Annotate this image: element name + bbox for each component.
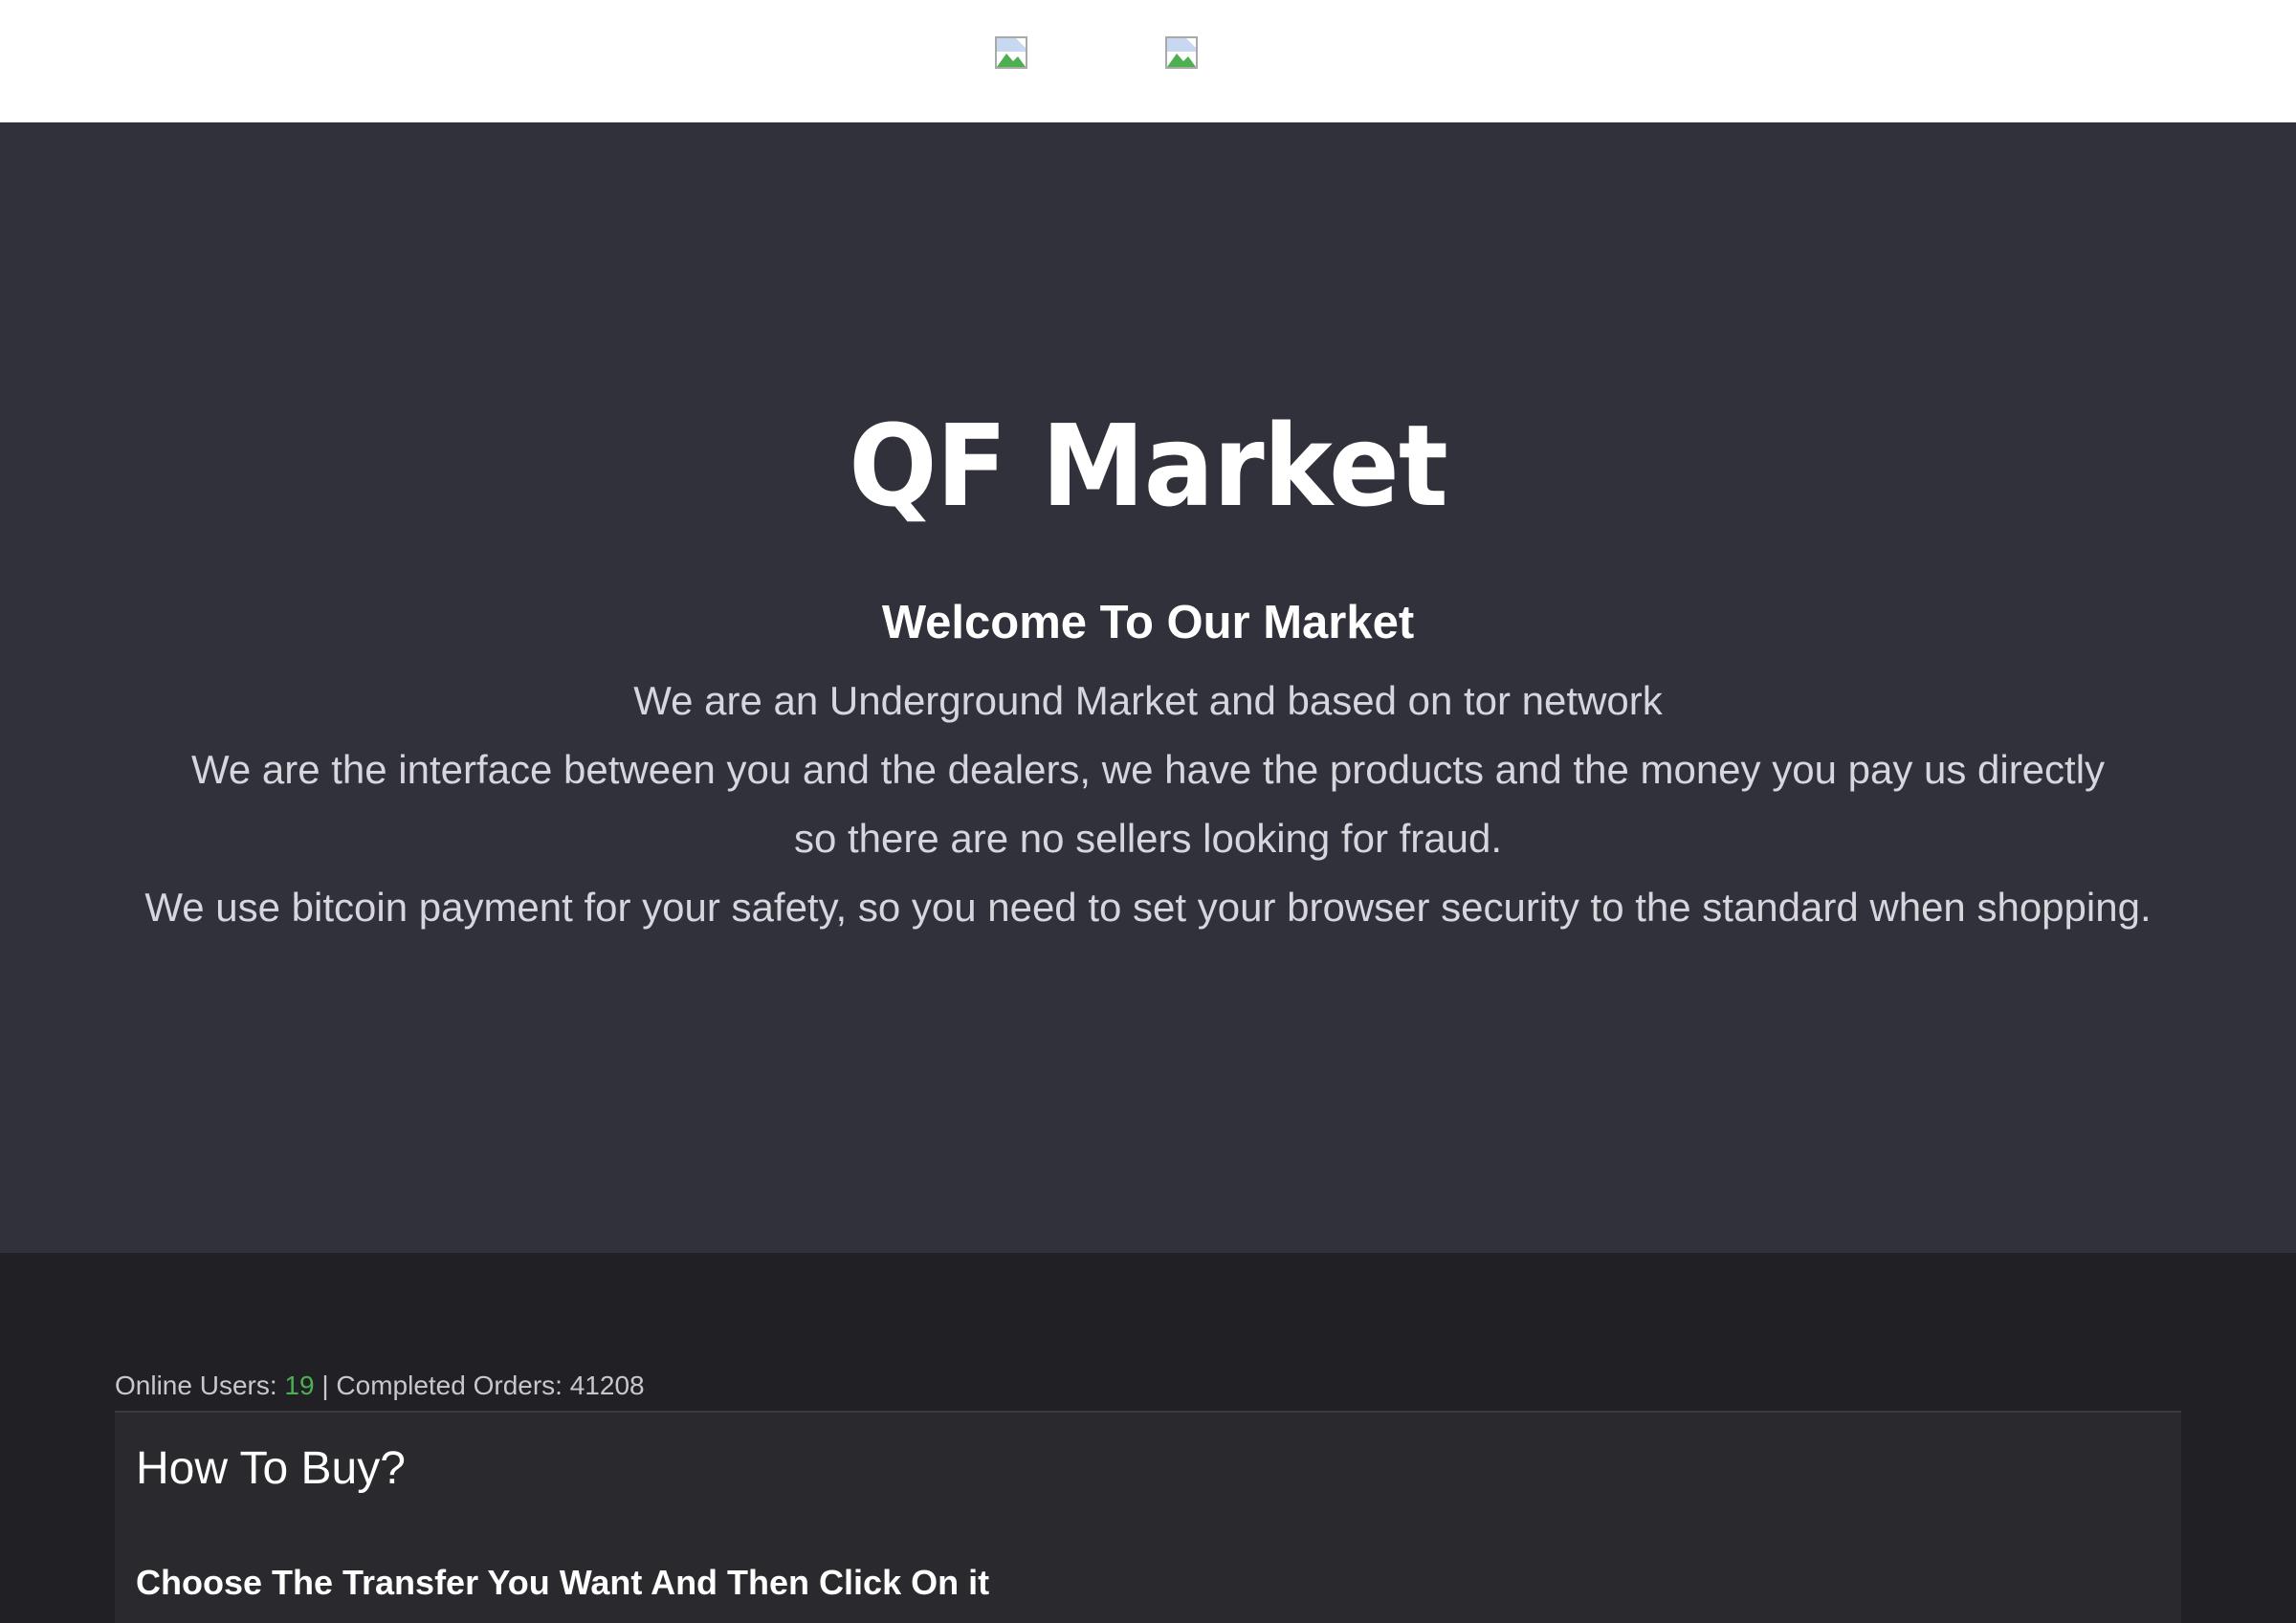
intro-line: We are the interface between you and the… xyxy=(190,747,2106,792)
how-to-buy-panel: How To Buy? Choose The Transfer You Want… xyxy=(115,1411,2181,1623)
intro-line: so there are no sellers looking for frau… xyxy=(793,816,1503,861)
completed-orders-label: Completed Orders: xyxy=(336,1371,570,1400)
welcome-heading: Welcome To Our Market xyxy=(881,597,1415,648)
online-users-label: Online Users: xyxy=(115,1371,285,1400)
completed-orders-count: 41208 xyxy=(569,1371,645,1400)
broken-image-icon[interactable] xyxy=(995,36,1027,69)
site-title: QF Market xyxy=(849,400,1448,532)
top-header xyxy=(0,0,2296,122)
online-users-count: 19 xyxy=(284,1371,315,1400)
broken-image-icon[interactable] xyxy=(1165,36,1198,69)
how-to-buy-title: How To Buy? xyxy=(136,1443,406,1494)
intro-line: We are an Underground Market and based o… xyxy=(633,678,1663,723)
intro-line: We use bitcoin payment for your safety, … xyxy=(144,885,2152,930)
how-to-buy-step: Choose The Transfer You Want And Then Cl… xyxy=(136,1563,990,1602)
stats-separator: | xyxy=(314,1371,337,1400)
site-stats: Online Users: 19 | Completed Orders: 412… xyxy=(115,1370,645,1402)
main-content: Online Users: 19 | Completed Orders: 412… xyxy=(0,1253,2296,1623)
hero-section: QF Market Welcome To Our Market We are a… xyxy=(0,122,2296,1253)
